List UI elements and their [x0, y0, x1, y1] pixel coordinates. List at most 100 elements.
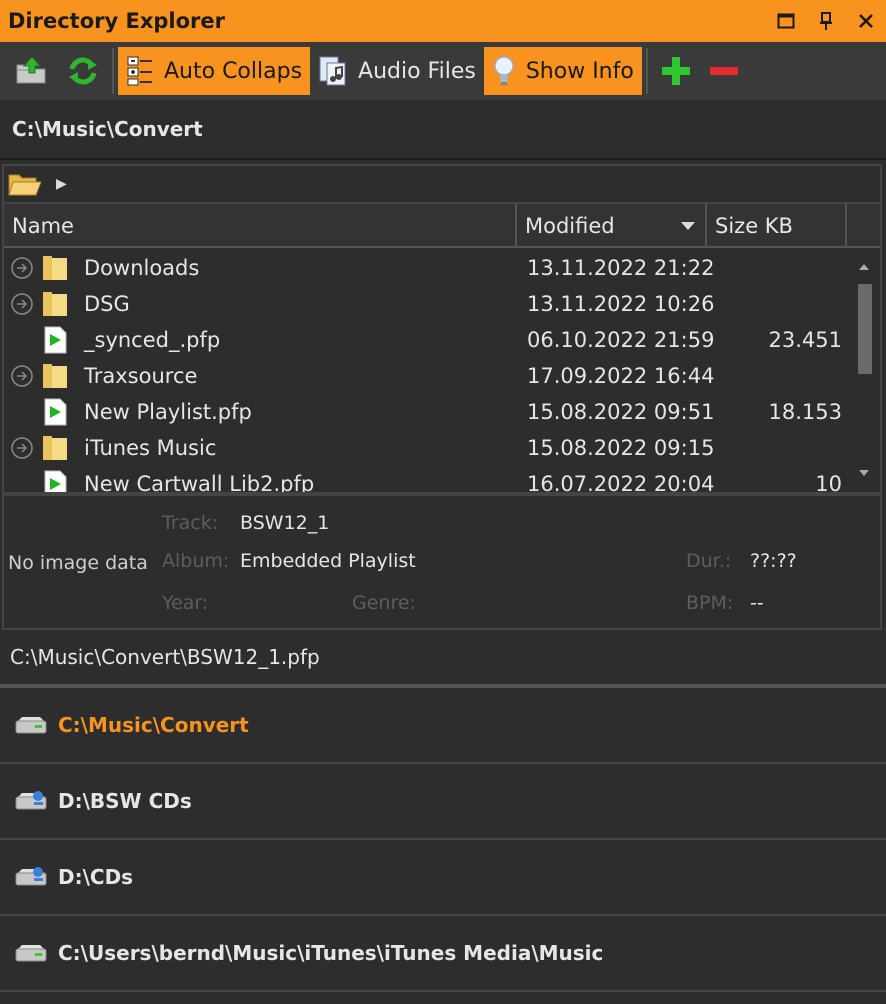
file-name: Traxsource: [84, 364, 198, 388]
sort-descending-icon: [681, 222, 695, 230]
expand-arrow-icon[interactable]: [10, 364, 34, 388]
location-path: D:\BSW CDs: [58, 789, 192, 813]
audio-files-icon: [319, 56, 346, 86]
expand-arrow-icon[interactable]: [10, 256, 34, 280]
window-controls: [766, 0, 886, 42]
local-drive-icon: [15, 717, 47, 734]
window-title: Directory Explorer: [8, 9, 226, 33]
add-location-button[interactable]: [652, 47, 700, 95]
network-drive-icon: [15, 791, 47, 810]
expand-arrow-icon[interactable]: [10, 292, 34, 316]
expand-arrow-icon[interactable]: [10, 436, 34, 460]
year-label: Year:: [162, 592, 209, 614]
network-drive-icon: [15, 867, 47, 886]
file-list-scrollbar[interactable]: [850, 250, 880, 490]
refresh-button[interactable]: [58, 47, 108, 95]
table-row[interactable]: Downloads 13.11.2022 21:22: [4, 250, 850, 286]
playlist-file-icon: [44, 398, 67, 426]
file-modified: 15.08.2022 09:15: [527, 436, 715, 460]
duration-label: Dur.:: [686, 550, 732, 572]
genre-label: Genre:: [352, 592, 416, 614]
open-folder-icon[interactable]: [8, 171, 42, 197]
toolbar-separator: [112, 48, 114, 94]
location-item[interactable]: C:\Users\bernd\Music\iTunes\iTunes Media…: [0, 916, 886, 992]
playlist-file-icon: [44, 470, 67, 492]
show-info-button[interactable]: Show Info: [483, 47, 642, 95]
file-name: _synced_.pfp: [84, 328, 221, 352]
scroll-down-icon[interactable]: [859, 470, 869, 476]
folder-up-icon: [16, 56, 46, 84]
table-row[interactable]: iTunes Music 15.08.2022 09:15: [4, 430, 850, 466]
location-item[interactable]: D:\BSW CDs: [0, 764, 886, 840]
file-name: New Playlist.pfp: [84, 400, 252, 424]
pin-icon: [820, 12, 832, 30]
folder-icon: [43, 436, 67, 460]
file-name: iTunes Music: [84, 436, 217, 460]
refresh-icon: [69, 57, 97, 85]
file-info-panel: No image data Track: BSW12_1 Album: Embe…: [2, 494, 882, 630]
folder-navigator: ▶: [2, 164, 882, 204]
folder-icon: [43, 364, 67, 388]
folder-icon: [43, 292, 67, 316]
location-item[interactable]: C:\Music\Convert: [0, 688, 886, 764]
close-icon: [859, 14, 873, 28]
file-name: New Cartwall Lib2.pfp: [84, 472, 315, 494]
column-modified-label: Modified: [525, 214, 615, 238]
duration-value: ??:??: [750, 550, 797, 572]
audio-files-button[interactable]: Audio Files: [310, 47, 484, 95]
auto-collapse-button[interactable]: Auto Collaps: [118, 47, 311, 95]
file-name: DSG: [84, 292, 130, 316]
file-size: 23.451: [768, 328, 842, 352]
file-name: Downloads: [84, 256, 200, 280]
lightbulb-icon: [494, 56, 514, 85]
close-button[interactable]: [846, 0, 886, 42]
breadcrumb-chevron-icon[interactable]: ▶: [56, 176, 67, 192]
remove-location-button[interactable]: [700, 47, 748, 95]
file-size: 18.153: [768, 400, 842, 424]
table-row[interactable]: DSG 13.11.2022 10:26: [4, 286, 850, 322]
scroll-up-icon[interactable]: [859, 264, 869, 270]
locations-list: C:\Music\Convert D:\BSW CDs D:\CDs C:\Us…: [0, 688, 886, 992]
file-list: Name Modified Size KB Downloads 13.11.20…: [2, 204, 882, 494]
selected-file-path: C:\Music\Convert\BSW12_1.pfp: [10, 645, 320, 669]
file-modified: 13.11.2022 21:22: [527, 256, 715, 280]
file-modified: 17.09.2022 16:44: [527, 364, 715, 388]
local-drive-icon: [15, 945, 47, 962]
audio-files-label: Audio Files: [358, 58, 476, 84]
pin-button[interactable]: [806, 0, 846, 42]
file-modified: 16.07.2022 20:04: [527, 472, 715, 494]
scrollbar-thumb[interactable]: [858, 284, 872, 374]
album-label: Album:: [162, 550, 230, 572]
maximize-icon: [777, 13, 795, 29]
table-row[interactable]: New Cartwall Lib2.pfp 16.07.2022 20:04 1…: [4, 466, 850, 494]
maximize-button[interactable]: [766, 0, 806, 42]
column-header-modified[interactable]: Modified: [517, 204, 707, 248]
table-row[interactable]: _synced_.pfp 06.10.2022 21:59 23.451: [4, 322, 850, 358]
column-header-name[interactable]: Name: [4, 204, 517, 248]
toolbar-separator: [645, 48, 648, 94]
playlist-file-icon: [44, 326, 67, 354]
location-path: C:\Music\Convert: [58, 713, 249, 737]
auto-collapse-label: Auto Collaps: [164, 58, 303, 84]
file-rows: Downloads 13.11.2022 21:22 DSG 13.11.202…: [4, 250, 850, 494]
table-row[interactable]: Traxsource 17.09.2022 16:44: [4, 358, 850, 394]
tree-collapse-icon: [127, 56, 152, 86]
go-up-button[interactable]: [6, 47, 58, 95]
location-path: C:\Users\bernd\Music\iTunes\iTunes Media…: [58, 941, 604, 965]
file-modified: 15.08.2022 09:51: [527, 400, 715, 424]
file-size: 10: [815, 472, 842, 494]
track-value: BSW12_1: [240, 512, 330, 534]
show-info-label: Show Info: [525, 58, 634, 84]
minus-icon: [709, 67, 738, 75]
album-value: Embedded Playlist: [240, 550, 416, 572]
folder-icon: [43, 256, 67, 280]
title-bar: Directory Explorer: [0, 0, 886, 42]
file-modified: 13.11.2022 10:26: [527, 292, 715, 316]
plus-icon: [661, 57, 690, 85]
table-row[interactable]: New Playlist.pfp 15.08.2022 09:51 18.153: [4, 394, 850, 430]
current-path: C:\Music\Convert: [0, 100, 886, 160]
column-header-size[interactable]: Size KB: [707, 204, 847, 248]
toolbar: Auto Collaps Audio Files Show Info: [0, 42, 886, 100]
file-list-header: Name Modified Size KB: [4, 204, 880, 248]
location-item[interactable]: D:\CDs: [0, 840, 886, 916]
